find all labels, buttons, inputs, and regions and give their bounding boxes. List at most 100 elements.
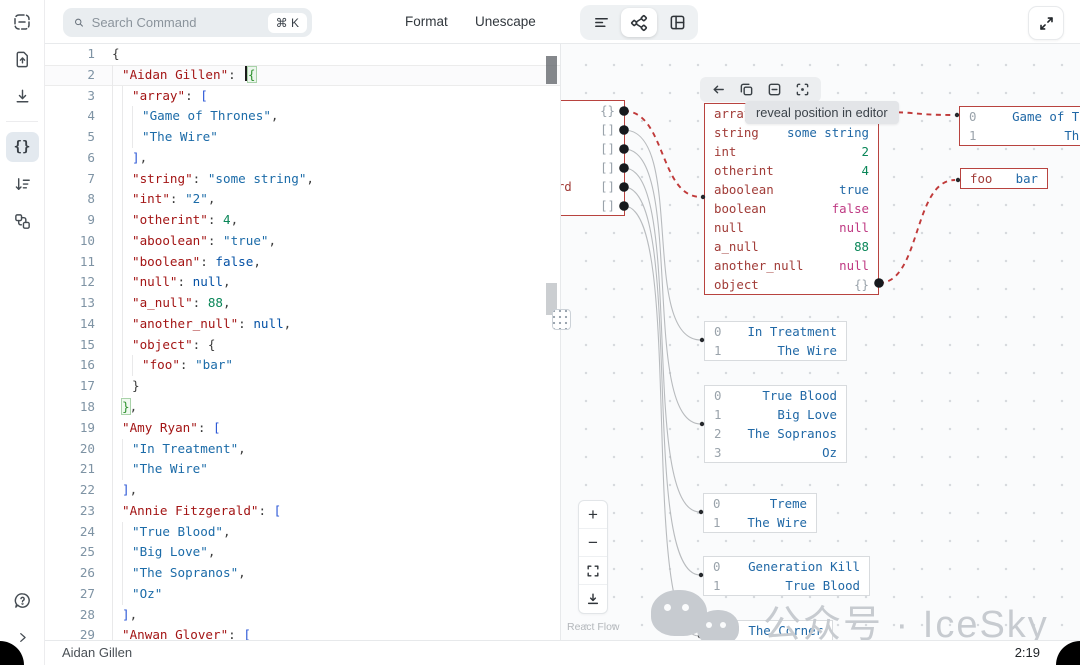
download-image-button[interactable] [579, 585, 607, 613]
code-text: }, [122, 397, 137, 418]
code-line[interactable]: 9"otherint": 4, [45, 210, 560, 231]
line-number: 17 [45, 376, 95, 397]
collapse-node-icon[interactable] [767, 82, 782, 97]
code-line[interactable]: 28], [45, 605, 560, 626]
transform-flow-icon[interactable] [6, 206, 39, 236]
back-arrow-icon[interactable] [711, 82, 726, 97]
unescape-button[interactable]: Unescape [475, 0, 536, 44]
node-row: 2The Sopranos [705, 424, 846, 443]
tree-view-tab[interactable] [583, 8, 619, 37]
code-line[interactable]: 18}, [45, 397, 560, 418]
graph-view-icon [630, 14, 648, 32]
fit-view-button[interactable] [579, 557, 607, 585]
code-line[interactable]: 5"The Wire" [45, 127, 560, 148]
code-line[interactable]: 8"int": "2", [45, 189, 560, 210]
app-logo-icon[interactable] [6, 7, 39, 37]
fit-view-icon [586, 564, 600, 578]
copy-icon[interactable] [739, 82, 754, 97]
code-line[interactable]: 25"Big Love", [45, 542, 560, 563]
code-line[interactable]: 22], [45, 480, 560, 501]
graph-view-tab[interactable] [621, 8, 657, 37]
code-line[interactable]: 17} [45, 376, 560, 397]
import-file-icon[interactable] [6, 44, 39, 74]
node-row: a_null88 [705, 237, 878, 256]
node-row: Alexander Skarsgård[] [561, 177, 624, 196]
line-number: 6 [45, 148, 95, 169]
code-line[interactable]: 15"object": { [45, 335, 560, 356]
code-line[interactable]: 11"boolean": false, [45, 252, 560, 273]
tree-view-icon [593, 14, 610, 31]
node-row: int2 [705, 142, 878, 161]
sort-icon[interactable] [6, 169, 39, 199]
node-row: 0Generation Kill [704, 557, 869, 576]
react-flow-attribution[interactable]: React Flow [567, 621, 620, 633]
graph-canvas[interactable]: Aidan Gillen{}Amy Ryan[]Annie Fitzgerald… [561, 44, 1080, 640]
node-alice-farmer[interactable]: 0The Corner [703, 620, 833, 640]
code-line[interactable]: 21"The Wire" [45, 459, 560, 480]
code-line[interactable]: 27"Oz" [45, 584, 560, 605]
code-line[interactable]: 6], [45, 148, 560, 169]
node-alexander-skarsgard[interactable]: 0Generation Kill1True Blood [703, 556, 870, 596]
node-amy-ryan[interactable]: 0In Treatment1The Wire [704, 321, 847, 361]
code-line[interactable]: 26"The Sopranos", [45, 563, 560, 584]
search-input[interactable] [92, 15, 268, 30]
node-row: Alice Farmer[] [561, 196, 624, 215]
node-row: 0The Corner [704, 621, 832, 640]
node-row: Amy Ryan[] [561, 120, 624, 139]
code-text: "null": null, [132, 272, 231, 293]
code-text: "a_null": 88, [132, 293, 231, 314]
zoom-in-button[interactable]: + [579, 501, 607, 529]
node-aidan-array[interactable]: 0Game of Thrones1The Wire [959, 106, 1080, 146]
code-editor[interactable]: 1{2"Aidan Gillen": {3 "array": [4"Game of… [45, 44, 560, 640]
fullscreen-button[interactable] [1028, 6, 1064, 40]
edge [624, 149, 701, 424]
code-line[interactable]: 14"another_null": null, [45, 314, 560, 335]
code-line[interactable]: 13 "a_null": 88, [45, 293, 560, 314]
node-object-foo[interactable]: foobar [960, 168, 1048, 189]
json-editor-tab[interactable]: {} [6, 132, 39, 162]
code-line[interactable]: 29"Anwan Glover": [ [45, 625, 560, 640]
help-chat-icon[interactable] [6, 585, 39, 615]
panel-resize-handle[interactable] [552, 309, 571, 330]
code-line[interactable]: 1{ [45, 44, 560, 65]
code-line[interactable]: 24"True Blood", [45, 522, 560, 543]
edge [624, 168, 700, 512]
node-row: 0Treme [704, 494, 816, 513]
code-line[interactable]: 3 "array": [ [45, 86, 560, 107]
node-row: foobar [961, 169, 1047, 188]
format-button[interactable]: Format [405, 0, 448, 44]
code-text: "array": [ [132, 86, 208, 107]
status-time: 2:19 [1015, 645, 1040, 660]
code-line[interactable]: 4"Game of Thrones", [45, 106, 560, 127]
node-row: 1Big Love [705, 405, 846, 424]
line-number: 3 [45, 86, 95, 107]
code-line[interactable]: 2"Aidan Gillen": { [45, 65, 560, 86]
line-number: 27 [45, 584, 95, 605]
code-line[interactable]: 12"null": null, [45, 272, 560, 293]
code-line[interactable]: 19"Amy Ryan": [ [45, 418, 560, 439]
code-text: "Big Love", [132, 542, 215, 563]
node-root[interactable]: Aidan Gillen{}Amy Ryan[]Annie Fitzgerald… [561, 100, 625, 216]
code-text: "Amy Ryan": [ [122, 418, 221, 439]
node-row: Annie Fitzgerald[] [561, 139, 624, 158]
code-line[interactable]: 23"Annie Fitzgerald": [ [45, 501, 560, 522]
node-anwan-glover[interactable]: 0Treme1The Wire [703, 493, 817, 533]
code-text: "The Wire" [132, 459, 208, 480]
line-number: 11 [45, 252, 95, 273]
download-icon[interactable] [6, 81, 39, 111]
editor-scrollbar-thumb[interactable] [546, 56, 557, 84]
line-number: 13 [45, 293, 95, 314]
code-text: "foo": "bar" [142, 355, 233, 376]
code-line[interactable]: 20"In Treatment", [45, 439, 560, 460]
reveal-position-icon[interactable] [795, 82, 810, 97]
table-view-tab[interactable] [659, 8, 695, 37]
node-annie-fitzgerald[interactable]: 0True Blood1Big Love2The Sopranos3Oz [704, 385, 847, 463]
search-command-box[interactable]: ⌘ K [63, 8, 312, 37]
code-line[interactable]: 16"foo": "bar" [45, 355, 560, 376]
code-line[interactable]: 10"aboolean": "true", [45, 231, 560, 252]
zoom-out-button[interactable]: − [579, 529, 607, 557]
code-line[interactable]: 7"string": "some string", [45, 169, 560, 190]
status-bar: Aidan Gillen 2:19 [45, 640, 1080, 665]
code-text: "Aidan Gillen": { [122, 65, 256, 86]
node-aidan-gillen[interactable]: array[]stringsome stringint2otherint4abo… [704, 103, 879, 295]
